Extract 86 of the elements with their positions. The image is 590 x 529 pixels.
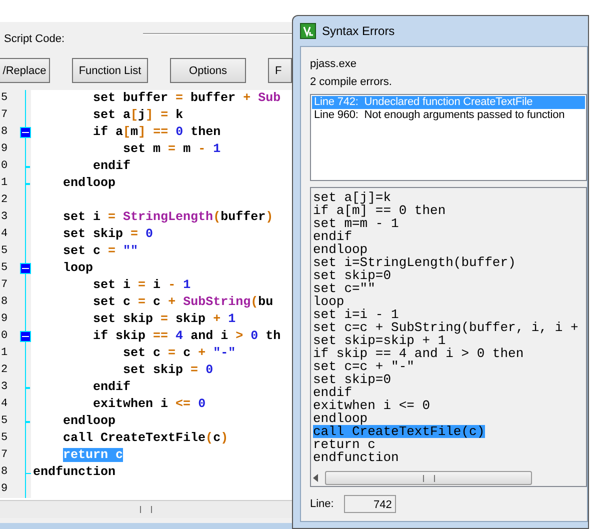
line-number: 8 (1, 125, 9, 140)
code-line: set i = i - 1 (92, 277, 191, 294)
source-line: if a[m] == 0 then (313, 204, 446, 217)
source-line: loop (313, 295, 344, 308)
line-number: 7 (1, 108, 9, 123)
source-line: set c=c + "-" (313, 360, 414, 373)
line-number: 9 (1, 312, 9, 327)
line-number: 9 (1, 142, 9, 157)
line-number: 2 (1, 363, 9, 378)
collapse-icon[interactable] (20, 263, 31, 274)
line-number: 1 (1, 176, 9, 191)
line-number: 3 (1, 380, 9, 395)
source-line: set c="" (313, 282, 376, 295)
code-line: set m = m - 1 (122, 141, 221, 158)
code-line: set i = StringLength(buffer) (62, 209, 274, 226)
line-number: 4 (1, 227, 9, 242)
code-line: set c = c + SubString(bu (92, 294, 274, 311)
source-line: exitwhen i <= 0 (313, 399, 430, 412)
source-line: set skip=0 (313, 373, 392, 386)
code-line: endif (92, 158, 131, 175)
toolbar-button[interactable]: Function List (72, 58, 148, 83)
source-line: set a[j]=k (313, 191, 392, 204)
collapse-icon[interactable] (20, 127, 31, 138)
window-title: Syntax Errors (322, 24, 395, 38)
code-line: set buffer = buffer + Sub (92, 90, 281, 107)
source-view[interactable] (310, 187, 587, 487)
source-line: set c=c + SubString(buffer, i, i + (313, 321, 578, 334)
code-line: exitwhen i <= 0 (92, 396, 206, 413)
collapse-icon[interactable] (20, 331, 31, 342)
line-number: 1 (1, 346, 9, 361)
line-number: 4 (1, 397, 9, 412)
line-number: 0 (1, 159, 9, 174)
code-line: set skip = 0 (62, 226, 154, 243)
toolbar-button[interactable]: Options (170, 58, 246, 83)
line-number: 2 (1, 193, 9, 208)
code-line: set c = c + "-" (122, 345, 236, 362)
line-number: 5 (1, 244, 9, 259)
line-number: 7 (1, 278, 9, 293)
code-line: set c = "" (62, 243, 138, 260)
source-line: endloop (313, 243, 368, 256)
line-number: 5 (1, 91, 9, 106)
line-number: 8 (1, 465, 9, 480)
source-line: set i=StringLength(buffer) (313, 256, 516, 269)
source-line: return c (313, 438, 376, 451)
program-name: pjass.exe (310, 57, 358, 72)
code-line: if a[m] == 0 then (92, 124, 221, 141)
line-number: 9 (1, 482, 9, 497)
line-number: 7 (1, 448, 9, 463)
code-line: if skip == 4 and i > 0 th (92, 328, 281, 345)
code-line: loop (62, 260, 94, 277)
horizontal-scrollbar[interactable] (0, 501, 292, 518)
error-summary: 2 compile errors. (310, 75, 393, 90)
code-editor[interactable] (0, 90, 292, 501)
code-line: set skip = 0 (122, 362, 214, 379)
source-line: endloop (313, 412, 368, 425)
code-line: endloop (62, 413, 116, 430)
source-line: set skip=skip + 1 (313, 334, 446, 347)
line-field[interactable]: 742 (344, 495, 396, 513)
error-list[interactable]: Line 742: Undeclared function CreateTextFile Line 960: Not enough arguments passed to function (310, 94, 587, 181)
source-line: if skip == 4 and i > 0 then (313, 347, 524, 360)
line-number: 5 (1, 414, 9, 429)
source-line: set skip=0 (313, 269, 392, 282)
code-line: set a[j] = k (92, 107, 184, 124)
scroll-left-icon[interactable] (313, 474, 319, 482)
source-line: endif (313, 386, 352, 399)
toolbar-button[interactable]: F (268, 58, 292, 83)
error-item[interactable]: Line 960: Not enough arguments passed to function (312, 109, 585, 122)
code-line: call CreateTextFile(c) (62, 430, 228, 447)
code-line: endfunction (32, 464, 116, 481)
line-number: 0 (1, 329, 9, 344)
line-number: 3 (1, 210, 9, 225)
group-label: Script Code: (4, 33, 65, 45)
app-icon (300, 23, 316, 39)
code-line: set skip = skip + 1 (92, 311, 236, 328)
line-number: 5 (1, 431, 9, 446)
line-label: Line: (310, 497, 334, 512)
line-number: 8 (1, 295, 9, 310)
source-line: endif (313, 230, 352, 243)
code-line: endif (92, 379, 131, 396)
code-line: endloop (62, 175, 116, 192)
source-line: set i=i - 1 (313, 308, 399, 321)
source-line: set m=m - 1 (313, 217, 399, 230)
line-number: 5 (1, 261, 9, 276)
source-line: endfunction (313, 451, 399, 464)
scrollbar-thumb[interactable] (325, 471, 532, 485)
toolbar-button[interactable]: /Replace (0, 58, 50, 83)
